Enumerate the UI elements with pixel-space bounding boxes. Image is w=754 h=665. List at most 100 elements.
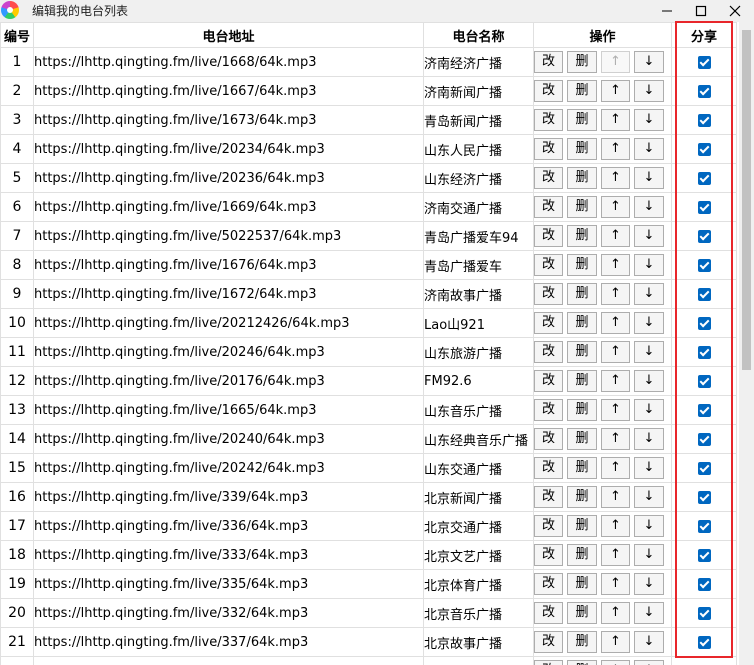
scrollbar-thumb[interactable] — [742, 30, 751, 370]
station-url[interactable]: https://lhttp.qingting.fm/live/337/64k.m… — [33, 627, 424, 657]
station-name[interactable]: 山东经济广播 — [423, 163, 534, 193]
table-row[interactable]: 10 https://lhttp.qingting.fm/live/2021242… — [0, 308, 737, 338]
station-name[interactable]: Lao山921 — [423, 308, 534, 338]
delete-button[interactable]: 删 — [567, 399, 597, 421]
delete-button[interactable]: 删 — [567, 515, 597, 537]
station-url[interactable]: https://lhttp.qingting.fm/live/332/64k.m… — [33, 598, 424, 628]
station-name[interactable]: 北京文艺广播 — [423, 540, 534, 570]
station-name[interactable]: 青岛新闻广播 — [423, 105, 534, 135]
delete-button[interactable]: 删 — [567, 51, 597, 73]
edit-button[interactable]: 改 — [534, 544, 563, 566]
station-url[interactable]: https://lhttp.qingting.fm/live/1672/64k.… — [33, 279, 424, 309]
edit-button[interactable]: 改 — [534, 225, 563, 247]
move-up-button[interactable]: ↑ — [601, 660, 630, 665]
station-url[interactable]: https://lhttp.qingting.fm/live/20234/64k… — [33, 134, 424, 164]
station-url[interactable]: https://lhttp.qingting.fm/live/20246/64k… — [33, 337, 424, 367]
move-down-button[interactable]: ↓ — [634, 660, 664, 665]
move-down-button[interactable]: ↓ — [634, 312, 664, 334]
delete-button[interactable]: 删 — [567, 544, 597, 566]
delete-button[interactable]: 删 — [567, 573, 597, 595]
station-url[interactable]: https://lhttp.qingting.fm/live/1676/64k.… — [33, 250, 424, 280]
edit-button[interactable]: 改 — [534, 312, 563, 334]
share-checkbox[interactable] — [697, 374, 711, 388]
table-row[interactable]: 8 https://lhttp.qingting.fm/live/1676/64k… — [0, 250, 737, 280]
station-url[interactable]: https://lhttp.qingting.fm/live/5022537/6… — [33, 221, 424, 251]
edit-button[interactable]: 改 — [534, 660, 563, 665]
station-url[interactable]: https://lhttp.qingting.fm/live/20242/64k… — [33, 453, 424, 483]
move-up-button[interactable]: ↑ — [601, 631, 630, 653]
station-url[interactable]: https://lhttp.qingting.fm/live/335/64k.m… — [33, 569, 424, 599]
edit-button[interactable]: 改 — [534, 573, 563, 595]
station-url[interactable]: https://lhttp.qingting.fm/live/1665/64k.… — [33, 395, 424, 425]
delete-button[interactable]: 删 — [567, 109, 597, 131]
table-row[interactable]: 21 https://lhttp.qingting.fm/live/337/64k… — [0, 627, 737, 657]
share-checkbox[interactable] — [697, 142, 711, 156]
station-name[interactable]: 青岛广播爱车94 — [423, 221, 534, 251]
move-down-button[interactable]: ↓ — [634, 138, 664, 160]
move-up-button[interactable]: ↑ — [601, 254, 630, 276]
move-up-button[interactable]: ↑ — [601, 109, 630, 131]
delete-button[interactable]: 删 — [567, 196, 597, 218]
minimize-button[interactable] — [650, 0, 684, 22]
station-name[interactable]: 济南故事广播 — [423, 279, 534, 309]
move-up-button[interactable]: ↑ — [601, 573, 630, 595]
edit-button[interactable]: 改 — [534, 254, 563, 276]
table-row[interactable]: 20 https://lhttp.qingting.fm/live/332/64k… — [0, 598, 737, 628]
table-row[interactable]: 15 https://lhttp.qingting.fm/live/20242/6… — [0, 453, 737, 483]
move-down-button[interactable]: ↓ — [634, 573, 664, 595]
station-name[interactable]: 济南经济广播 — [423, 47, 534, 77]
move-up-button[interactable]: ↑ — [601, 515, 630, 537]
edit-button[interactable]: 改 — [534, 109, 563, 131]
station-name[interactable]: 北京音乐广播 — [423, 598, 534, 628]
table-row[interactable]: 4 https://lhttp.qingting.fm/live/20234/64… — [0, 134, 737, 164]
move-down-button[interactable]: ↓ — [634, 515, 664, 537]
move-down-button[interactable]: ↓ — [634, 544, 664, 566]
table-row[interactable]: 18 https://lhttp.qingting.fm/live/333/64k… — [0, 540, 737, 570]
delete-button[interactable]: 删 — [567, 428, 597, 450]
table-row[interactable]: 19 https://lhttp.qingting.fm/live/335/64k… — [0, 569, 737, 599]
delete-button[interactable]: 删 — [567, 486, 597, 508]
station-name[interactable]: 北京新闻广播 — [423, 482, 534, 512]
station-name[interactable]: 山东音乐广播 — [423, 395, 534, 425]
station-name[interactable] — [423, 656, 534, 665]
edit-button[interactable]: 改 — [534, 80, 563, 102]
station-name[interactable]: FM92.6 — [423, 366, 534, 396]
move-up-button[interactable]: ↑ — [601, 283, 630, 305]
delete-button[interactable]: 删 — [567, 312, 597, 334]
move-up-button[interactable]: ↑ — [601, 399, 630, 421]
station-url[interactable]: https://lhttp.qingting.fm/live/1667/64k.… — [33, 76, 424, 106]
edit-button[interactable]: 改 — [534, 196, 563, 218]
edit-button[interactable]: 改 — [534, 341, 563, 363]
share-checkbox[interactable] — [697, 577, 711, 591]
share-checkbox[interactable] — [697, 519, 711, 533]
station-name[interactable]: 青岛广播爱车 — [423, 250, 534, 280]
move-up-button[interactable]: ↑ — [601, 312, 630, 334]
table-row[interactable]: 1 https://lhttp.qingting.fm/live/1668/64k… — [0, 47, 737, 77]
station-url[interactable]: https://lhttp.qingting.fm/live/1668/64k.… — [33, 47, 424, 77]
move-down-button[interactable]: ↓ — [634, 51, 664, 73]
table-row[interactable]: 改删 ↑ ↓ — [0, 656, 737, 665]
move-up-button[interactable]: ↑ — [601, 167, 630, 189]
station-name[interactable]: 北京交通广播 — [423, 511, 534, 541]
move-up-button[interactable]: ↑ — [601, 225, 630, 247]
share-checkbox[interactable] — [697, 229, 711, 243]
move-down-button[interactable]: ↓ — [634, 428, 664, 450]
share-checkbox[interactable] — [697, 606, 711, 620]
delete-button[interactable]: 删 — [567, 370, 597, 392]
table-row[interactable]: 9 https://lhttp.qingting.fm/live/1672/64k… — [0, 279, 737, 309]
station-url[interactable] — [33, 656, 424, 665]
move-down-button[interactable]: ↓ — [634, 399, 664, 421]
share-checkbox[interactable] — [697, 287, 711, 301]
edit-button[interactable]: 改 — [534, 370, 563, 392]
move-down-button[interactable]: ↓ — [634, 457, 664, 479]
move-up-button[interactable]: ↑ — [601, 341, 630, 363]
move-down-button[interactable]: ↓ — [634, 225, 664, 247]
station-url[interactable]: https://lhttp.qingting.fm/live/20212426/… — [33, 308, 424, 338]
edit-button[interactable]: 改 — [534, 138, 563, 160]
delete-button[interactable]: 删 — [567, 138, 597, 160]
table-row[interactable]: 11 https://lhttp.qingting.fm/live/20246/6… — [0, 337, 737, 367]
share-checkbox[interactable] — [697, 345, 711, 359]
station-url[interactable]: https://lhttp.qingting.fm/live/20236/64k… — [33, 163, 424, 193]
table-row[interactable]: 13 https://lhttp.qingting.fm/live/1665/64… — [0, 395, 737, 425]
edit-button[interactable]: 改 — [534, 428, 563, 450]
